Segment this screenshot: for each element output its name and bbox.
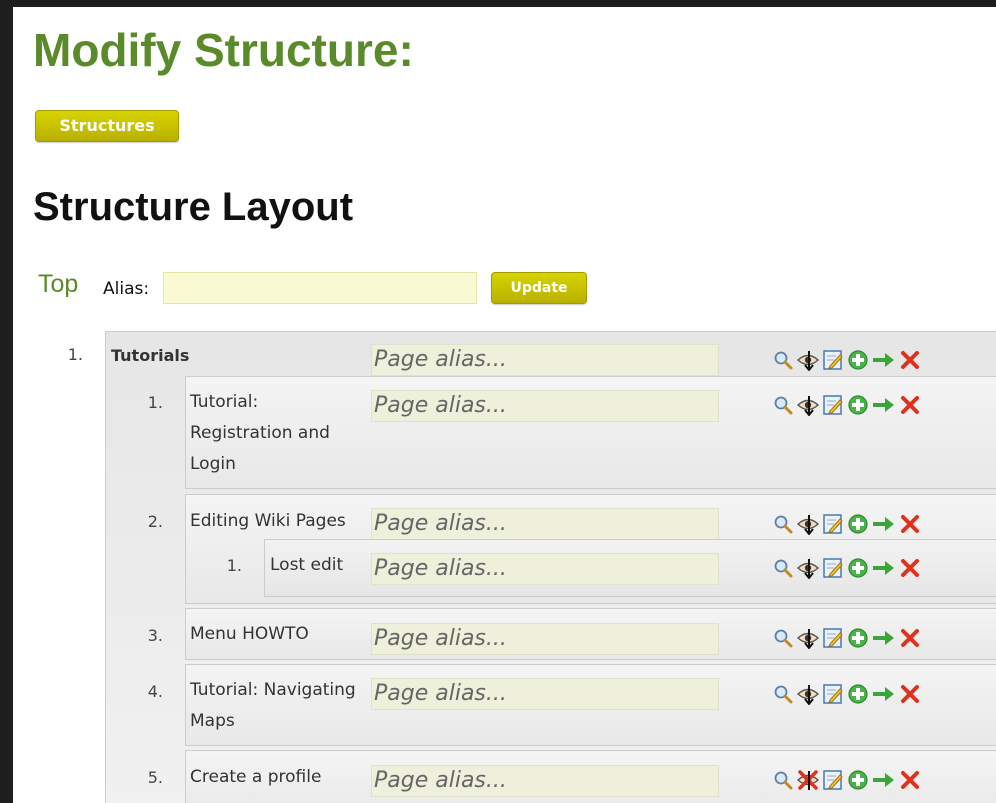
delete-icon[interactable]: [899, 557, 921, 579]
add-icon[interactable]: [847, 557, 869, 579]
node-actions: [772, 392, 924, 418]
delete-icon[interactable]: [899, 394, 921, 416]
add-icon[interactable]: [847, 683, 869, 705]
search-icon[interactable]: [772, 349, 794, 371]
edit-icon[interactable]: [822, 683, 844, 705]
alias-input[interactable]: [163, 272, 477, 304]
node-number: 5.: [147, 768, 163, 787]
node-actions: [772, 625, 924, 651]
add-icon[interactable]: [847, 349, 869, 371]
delete-icon[interactable]: [899, 513, 921, 535]
edit-icon[interactable]: [822, 513, 844, 535]
move-right-icon[interactable]: [872, 627, 896, 649]
delete-icon[interactable]: [899, 349, 921, 371]
node-number: 3.: [147, 626, 163, 645]
node-label[interactable]: Tutorial: Navigating Maps: [190, 675, 360, 737]
move-right-icon[interactable]: [872, 683, 896, 705]
delete-icon[interactable]: [899, 627, 921, 649]
page-title: Modify Structure:: [33, 24, 414, 76]
search-icon[interactable]: [772, 769, 794, 791]
node-number: 1.: [147, 393, 163, 412]
move-right-icon[interactable]: [872, 769, 896, 791]
page: Modify Structure: Structures Structure L…: [13, 7, 996, 803]
page-alias-input[interactable]: Page alias...: [371, 553, 719, 585]
search-icon[interactable]: [772, 627, 794, 649]
add-icon[interactable]: [847, 627, 869, 649]
eye-icon[interactable]: [797, 769, 819, 791]
top-link[interactable]: Top: [38, 270, 78, 299]
move-right-icon[interactable]: [872, 557, 896, 579]
move-right-icon[interactable]: [872, 513, 896, 535]
node-actions: [772, 767, 924, 793]
node-label[interactable]: Create a profile: [190, 762, 321, 793]
search-icon[interactable]: [772, 557, 794, 579]
node-actions: [772, 681, 924, 707]
node-actions: [772, 555, 924, 581]
update-button[interactable]: Update: [491, 272, 587, 304]
alias-label: Alias:: [103, 279, 150, 299]
add-icon[interactable]: [847, 394, 869, 416]
delete-icon[interactable]: [899, 683, 921, 705]
page-alias-input[interactable]: Page alias...: [371, 765, 719, 797]
node-number: 1.: [226, 556, 242, 575]
node-actions: [772, 347, 924, 373]
edit-icon[interactable]: [822, 394, 844, 416]
move-right-icon[interactable]: [872, 394, 896, 416]
search-icon[interactable]: [772, 394, 794, 416]
node-actions: [772, 511, 924, 537]
edit-icon[interactable]: [822, 627, 844, 649]
search-icon[interactable]: [772, 513, 794, 535]
page-alias-input[interactable]: Page alias...: [371, 678, 719, 710]
page-alias-input[interactable]: Page alias...: [371, 390, 719, 422]
node-label[interactable]: Editing Wiki Pages: [190, 506, 346, 537]
edit-icon[interactable]: [822, 557, 844, 579]
section-title: Structure Layout: [33, 185, 354, 229]
edit-icon[interactable]: [822, 349, 844, 371]
move-right-icon[interactable]: [872, 349, 896, 371]
node-number: 2.: [147, 512, 163, 531]
add-icon[interactable]: [847, 513, 869, 535]
node-label[interactable]: Tutorials: [111, 340, 189, 371]
search-icon[interactable]: [772, 683, 794, 705]
page-alias-input[interactable]: Page alias...: [371, 623, 719, 655]
delete-icon[interactable]: [899, 769, 921, 791]
eye-icon[interactable]: [797, 513, 819, 535]
page-alias-input[interactable]: Page alias...: [371, 344, 719, 376]
eye-icon[interactable]: [797, 627, 819, 649]
eye-icon[interactable]: [797, 557, 819, 579]
node-number: 1.: [67, 345, 83, 364]
node-label[interactable]: Menu HOWTO: [190, 619, 309, 650]
eye-icon[interactable]: [797, 394, 819, 416]
add-icon[interactable]: [847, 769, 869, 791]
node-label[interactable]: Lost edit: [270, 550, 343, 581]
node-number: 4.: [147, 682, 163, 701]
page-alias-input[interactable]: Page alias...: [371, 508, 719, 540]
structures-button[interactable]: Structures: [35, 110, 179, 142]
eye-icon[interactable]: [797, 683, 819, 705]
edit-icon[interactable]: [822, 769, 844, 791]
eye-icon[interactable]: [797, 349, 819, 371]
node-label[interactable]: Tutorial: Registration and Login: [190, 387, 360, 480]
